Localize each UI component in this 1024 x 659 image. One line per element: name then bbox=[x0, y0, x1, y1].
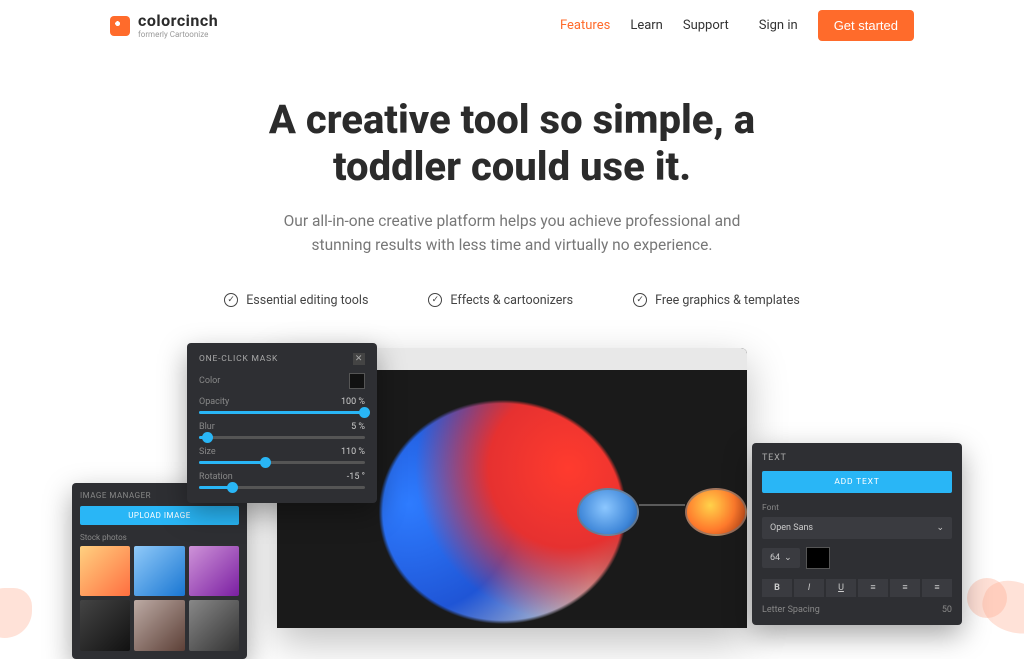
stock-thumbnail[interactable] bbox=[80, 546, 130, 596]
text-panel-title: TEXT bbox=[762, 453, 952, 463]
glasses-bridge bbox=[639, 504, 685, 506]
nav-signin[interactable]: Sign in bbox=[759, 18, 798, 33]
text-color-swatch[interactable] bbox=[806, 547, 830, 569]
stock-thumbnail[interactable] bbox=[134, 546, 184, 596]
letter-spacing-value: 50 bbox=[942, 605, 952, 615]
italic-button[interactable]: I bbox=[794, 579, 824, 597]
check-icon: ✓ bbox=[224, 293, 238, 307]
portrait-glasses bbox=[577, 488, 747, 544]
mask-opacity-label: Opacity bbox=[199, 397, 229, 407]
chevron-down-icon: ⌄ bbox=[784, 553, 792, 563]
stock-thumbnail[interactable] bbox=[189, 546, 239, 596]
mask-size-label: Size bbox=[199, 447, 216, 457]
decorative-blob bbox=[967, 578, 1007, 618]
text-style-row: B I U ≡ ≡ ≡ bbox=[762, 579, 952, 597]
mask-panel-title: ONE-CLICK MASK bbox=[199, 354, 278, 364]
font-select[interactable]: Open Sans ⌄ bbox=[762, 517, 952, 539]
hero-section: A creative tool so simple, a toddler cou… bbox=[0, 96, 1024, 257]
opacity-slider[interactable] bbox=[199, 411, 365, 414]
mask-rotation-label: Rotation bbox=[199, 472, 233, 482]
align-center-button[interactable]: ≡ bbox=[890, 579, 920, 597]
blur-slider[interactable] bbox=[199, 436, 365, 439]
logo-icon bbox=[110, 16, 130, 36]
editor-mockup: ONE-CLICK MASK ✕ Color Opacity 100 % Blu… bbox=[112, 348, 912, 628]
app-header: colorcinch formerly Cartoonize Features … bbox=[0, 0, 1024, 51]
mask-blur-label: Blur bbox=[199, 422, 215, 432]
mask-size-value: 110 % bbox=[341, 447, 365, 457]
get-started-button[interactable]: Get started bbox=[818, 10, 914, 41]
bold-button[interactable]: B bbox=[762, 579, 792, 597]
mask-panel: ONE-CLICK MASK ✕ Color Opacity 100 % Blu… bbox=[187, 343, 377, 503]
align-left-button[interactable]: ≡ bbox=[858, 579, 888, 597]
align-right-button[interactable]: ≡ bbox=[922, 579, 952, 597]
lens-left bbox=[577, 488, 639, 536]
check-icon: ✓ bbox=[428, 293, 442, 307]
text-panel: TEXT ADD TEXT Font Open Sans ⌄ 64 ⌄ B I … bbox=[752, 443, 962, 625]
brand-tagline: formerly Cartoonize bbox=[138, 31, 218, 39]
mask-opacity-value: 100 % bbox=[341, 397, 365, 407]
add-text-button[interactable]: ADD TEXT bbox=[762, 471, 952, 493]
feature-bullets: ✓ Essential editing tools ✓ Effects & ca… bbox=[0, 293, 1024, 308]
stock-photos-label: Stock photos bbox=[80, 533, 239, 542]
stock-thumbnail[interactable] bbox=[134, 600, 184, 650]
primary-nav: Features Learn Support Sign in Get start… bbox=[560, 10, 914, 41]
letter-spacing-label: Letter Spacing bbox=[762, 605, 820, 615]
underline-button[interactable]: U bbox=[826, 579, 856, 597]
nav-features[interactable]: Features bbox=[560, 18, 610, 33]
size-slider[interactable] bbox=[199, 461, 365, 464]
check-icon: ✓ bbox=[633, 293, 647, 307]
stock-thumbnail[interactable] bbox=[189, 600, 239, 650]
image-manager-panel: IMAGE MANAGER UPLOAD IMAGE Stock photos bbox=[72, 483, 247, 659]
logo-text: colorcinch formerly Cartoonize bbox=[138, 13, 218, 39]
mask-rotation-value: -15 ° bbox=[347, 472, 365, 482]
font-label: Font bbox=[762, 503, 952, 513]
close-icon[interactable]: ✕ bbox=[353, 353, 365, 365]
feature-effects: ✓ Effects & cartoonizers bbox=[428, 293, 573, 308]
font-size-select[interactable]: 64 ⌄ bbox=[762, 548, 800, 568]
lens-right bbox=[685, 488, 747, 536]
brand-name: colorcinch bbox=[138, 13, 218, 29]
stock-thumbnail[interactable] bbox=[80, 600, 130, 650]
hero-title: A creative tool so simple, a toddler cou… bbox=[0, 96, 1024, 190]
mask-color-label: Color bbox=[199, 376, 220, 386]
color-swatch[interactable] bbox=[349, 373, 365, 389]
feature-templates: ✓ Free graphics & templates bbox=[633, 293, 800, 308]
chevron-down-icon: ⌄ bbox=[936, 523, 944, 533]
logo[interactable]: colorcinch formerly Cartoonize bbox=[110, 12, 218, 39]
feature-editing-tools: ✓ Essential editing tools bbox=[224, 293, 368, 308]
decorative-blob bbox=[0, 588, 32, 638]
mask-blur-value: 5 % bbox=[351, 422, 365, 432]
upload-image-button[interactable]: UPLOAD IMAGE bbox=[80, 506, 239, 525]
stock-thumbnails bbox=[80, 546, 239, 651]
nav-support[interactable]: Support bbox=[683, 18, 729, 33]
hero-subtitle: Our all-in-one creative platform helps y… bbox=[0, 210, 1024, 257]
rotation-slider[interactable] bbox=[199, 486, 365, 489]
nav-learn[interactable]: Learn bbox=[630, 18, 663, 33]
